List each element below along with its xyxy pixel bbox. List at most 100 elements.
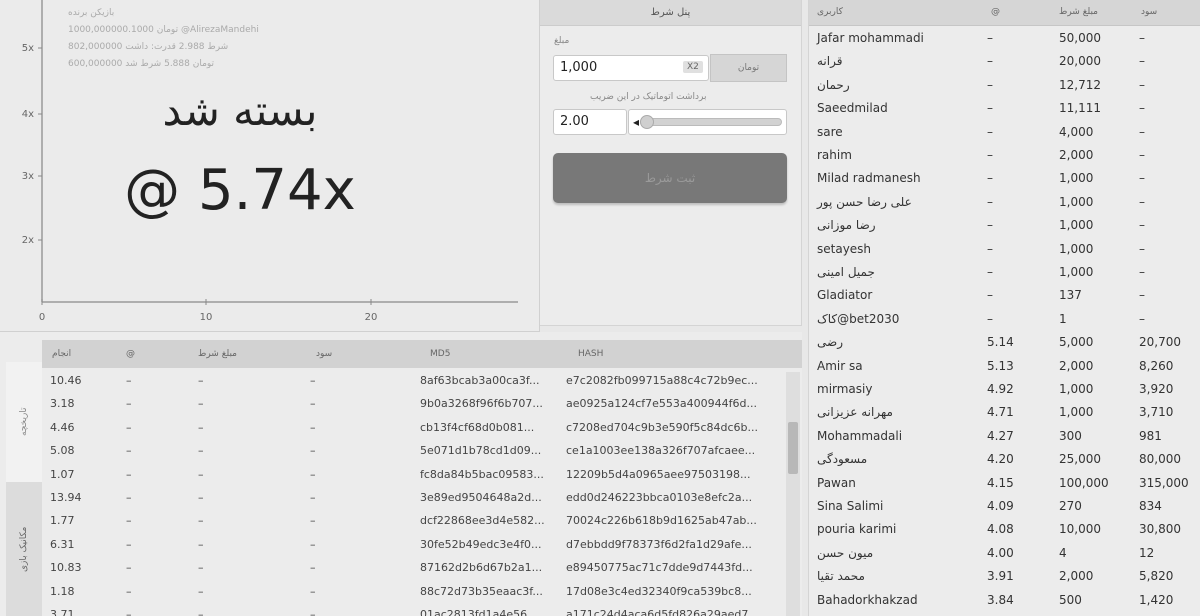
- history-scrollbar-thumb[interactable]: [788, 422, 798, 474]
- player-row: علی رضا حسن پور – 1,000 –: [809, 191, 1200, 214]
- player-profit: 30,800: [1139, 522, 1181, 537]
- history-profit: –: [310, 561, 316, 575]
- player-row: setayesh – 1,000 –: [809, 238, 1200, 261]
- player-mult: 4.27: [987, 428, 1014, 443]
- header-profit: سود: [316, 349, 333, 359]
- player-row: رضی 5.14 5,000 20,700: [809, 331, 1200, 354]
- player-user: setayesh: [817, 241, 872, 256]
- player-user: کاک@bet2030: [817, 311, 900, 326]
- history-row: 10.46 – – – 8af63bcab3a00ca3f... e7c2082fb099…: [42, 369, 786, 392]
- player-user: محمد تقیا: [817, 569, 865, 584]
- player-bet: 1,000: [1059, 218, 1094, 233]
- player-bet: 500: [1059, 592, 1082, 607]
- player-mult: –: [987, 124, 993, 139]
- player-mult: –: [987, 101, 993, 116]
- player-user: میون حسن: [817, 545, 874, 560]
- header-multiplier: @: [126, 349, 135, 359]
- history-profit: –: [310, 514, 316, 528]
- history-bet: –: [198, 608, 204, 616]
- player-user: sare: [817, 124, 843, 139]
- auto-cashout-slider[interactable]: [640, 118, 782, 126]
- history-bet: –: [198, 491, 204, 504]
- player-bet: 1,000: [1059, 382, 1094, 396]
- player-profit: 1,420: [1139, 592, 1174, 607]
- x-tick-label: 0: [39, 312, 45, 323]
- history-row: 1.18 – – – 88c72d73b35eaac3f... 17d08e3c4ed32…: [42, 580, 786, 603]
- history-bet: –: [198, 374, 204, 387]
- y-tick-label: 2x: [22, 235, 34, 246]
- history-mult: –: [126, 467, 132, 481]
- player-user: رحمان: [817, 77, 850, 92]
- place-bet-button[interactable]: ثبت شرط: [553, 153, 787, 203]
- player-mult: –: [987, 288, 993, 303]
- player-bet: 25,000: [1059, 452, 1101, 467]
- player-profit: 834: [1139, 499, 1162, 513]
- player-row: جمیل امینی – 1,000 –: [809, 261, 1200, 284]
- player-user: علی رضا حسن پور: [817, 194, 912, 209]
- auto-cashout-slider-thumb[interactable]: [640, 115, 654, 129]
- player-row: رضا موزانی – 1,000 –: [809, 214, 1200, 237]
- auto-cashout-input[interactable]: 2.00: [553, 109, 627, 135]
- history-md5: 3e89ed9504648a2d...: [420, 491, 542, 504]
- tab-history[interactable]: تاریخچه: [6, 362, 42, 482]
- game-chart-panel: 5x 4x 3x 2x 0 10 20 بازیکن برنده 1000,000000.1…: [0, 0, 540, 332]
- player-mult: –: [987, 54, 993, 69]
- player-user: رضا موزانی: [817, 218, 876, 233]
- player-mult: –: [987, 265, 993, 279]
- history-profit: –: [310, 491, 316, 504]
- player-mult: 4.71: [987, 405, 1014, 420]
- player-profit: 8,260: [1139, 358, 1174, 373]
- player-user: جمیل امینی: [817, 265, 875, 279]
- currency-toggle-button[interactable]: تومان: [710, 54, 787, 82]
- amount-double-button[interactable]: X2: [683, 61, 703, 73]
- history-hash: ae0925a124cf7e553a400944f6d...: [566, 397, 757, 411]
- crash-multiplier-value: @ 5.74x: [124, 158, 356, 223]
- amount-label: مبلغ: [554, 36, 570, 46]
- player-profit: –: [1139, 31, 1145, 45]
- player-bet: 1,000: [1059, 194, 1094, 209]
- player-user: Gladiator: [817, 288, 873, 303]
- player-mult: –: [987, 194, 993, 209]
- player-mult: 3.91: [987, 569, 1014, 584]
- history-md5: 87162d2b6d67b2a1...: [420, 561, 543, 575]
- history-bet: –: [198, 420, 204, 434]
- y-tick-label: 5x: [22, 43, 34, 54]
- bet-panel-title: پنل شرط: [540, 0, 801, 26]
- history-hash: ce1a1003ee138a326f707afcaee...: [566, 444, 756, 458]
- player-profit: –: [1139, 124, 1145, 139]
- history-md5: 01ac2813fd1a4e56...: [420, 608, 538, 616]
- history-md5: cb13f4cf68d0b081...: [420, 420, 535, 434]
- player-row: قرانه – 20,000 –: [809, 50, 1200, 73]
- player-row: Mohammadali 4.27 300 981: [809, 425, 1200, 448]
- header-md5: MD5: [430, 349, 451, 359]
- history-bet: –: [198, 584, 204, 598]
- player-mult: 4.15: [987, 475, 1014, 490]
- player-user: Bahadorkhakzad: [817, 592, 918, 607]
- player-bet: 137: [1059, 288, 1082, 303]
- history-profit: –: [310, 374, 316, 387]
- player-user: مهرانه عزیزانی: [817, 405, 893, 420]
- history-mult: –: [126, 561, 132, 575]
- history-bet: –: [198, 537, 204, 551]
- player-mult: 4.00: [987, 545, 1014, 560]
- player-mult: –: [987, 311, 993, 326]
- history-mult: –: [126, 444, 132, 458]
- player-user: mirmasiy: [817, 382, 873, 396]
- player-user: Milad radmanesh: [817, 171, 921, 186]
- player-bet: 5,000: [1059, 335, 1094, 350]
- player-bet: 1,000: [1059, 265, 1094, 279]
- player-profit: 12: [1139, 545, 1155, 560]
- player-user: Amir sa: [817, 358, 863, 373]
- header-bet: مبلغ شرط: [1059, 7, 1098, 17]
- player-mult: –: [987, 218, 993, 233]
- player-bet: 2,000: [1059, 569, 1094, 584]
- player-bet: 20,000: [1059, 54, 1101, 69]
- player-row: sare – 4,000 –: [809, 121, 1200, 144]
- player-row: Sina Salimi 4.09 270 834: [809, 495, 1200, 518]
- history-scrollbar[interactable]: [786, 372, 800, 616]
- x-tick-label: 10: [200, 312, 213, 323]
- tab-game-mechanics[interactable]: مکانیک بازی: [6, 482, 42, 616]
- history-profit: –: [310, 467, 316, 481]
- header-crash: انجام: [52, 349, 72, 359]
- history-profit: –: [310, 537, 316, 551]
